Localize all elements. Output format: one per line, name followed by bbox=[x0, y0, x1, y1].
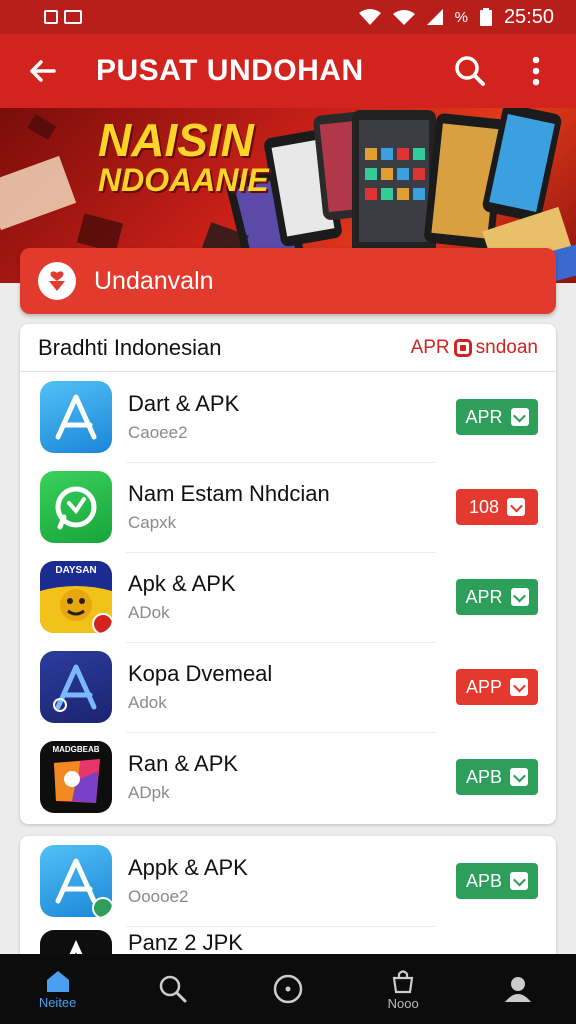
nav-store[interactable]: Nooo bbox=[346, 954, 461, 1024]
see-all-link[interactable]: APR sndoan bbox=[411, 337, 538, 359]
nav-home[interactable]: Neitee bbox=[0, 954, 115, 1024]
undangan-button[interactable]: Undanvaln bbox=[20, 248, 556, 314]
download-button[interactable]: APB bbox=[456, 759, 538, 795]
badge-icon bbox=[92, 613, 112, 633]
undangan-button-label: Undanvaln bbox=[94, 266, 214, 295]
download-icon bbox=[507, 498, 526, 516]
app-subtitle: Ooooe2 bbox=[128, 887, 189, 906]
star-badge-icon bbox=[92, 897, 112, 917]
banner-headline-line1: NAISIN bbox=[98, 114, 254, 166]
download-icon bbox=[510, 588, 529, 606]
download-icon bbox=[510, 872, 529, 890]
app-name: Nam Estam Nhdcian bbox=[128, 481, 330, 506]
app-bar: PUSAT UNDOHAN bbox=[0, 34, 576, 108]
more-options-button[interactable] bbox=[514, 49, 558, 93]
app-name: Kopa Dvemeal bbox=[128, 661, 273, 686]
link-badge-icon bbox=[453, 338, 472, 357]
clock: 25:50 bbox=[503, 5, 554, 28]
bottom-navigation: Neitee Nooo bbox=[0, 954, 576, 1024]
icon-caption: DAYSAN bbox=[55, 565, 97, 576]
list-item[interactable]: MADGBEAB Ran & APK ADpk APB bbox=[20, 732, 556, 822]
search-button[interactable] bbox=[448, 49, 492, 93]
download-button-label: APB bbox=[465, 870, 503, 891]
nav-home-label: Neitee bbox=[38, 994, 77, 1010]
battery-icon bbox=[479, 8, 492, 26]
blue-a-icon bbox=[40, 845, 112, 917]
battery-percent-symbol: % bbox=[454, 8, 468, 26]
download-icon bbox=[510, 408, 529, 426]
signal-strength-icon bbox=[358, 9, 381, 25]
app-name: Appk & APK bbox=[128, 855, 248, 880]
yellow-face-icon: DAYSAN bbox=[40, 561, 112, 633]
list-item[interactable]: Dart & APK Caoee2 APR bbox=[20, 372, 556, 462]
app-subtitle: ADok bbox=[128, 603, 170, 622]
nav-search[interactable] bbox=[115, 954, 230, 1024]
list-item[interactable]: Panz 2 JPK bbox=[20, 926, 556, 954]
app-subtitle: ADpk bbox=[128, 783, 170, 802]
app-name: Panz 2 JPK bbox=[128, 930, 243, 954]
gallery-icon bbox=[64, 10, 82, 24]
download-button[interactable]: APB bbox=[456, 863, 538, 899]
nav-store-label: Nooo bbox=[387, 995, 419, 1011]
bag-icon bbox=[392, 969, 414, 993]
app-subtitle: Adok bbox=[128, 693, 167, 712]
notification-icon bbox=[44, 10, 58, 24]
download-icon bbox=[510, 678, 529, 696]
app-name: Apk & APK bbox=[128, 571, 236, 596]
back-button[interactable] bbox=[20, 49, 64, 93]
download-button-label: 108 bbox=[468, 496, 500, 517]
app-list-card: Bradhti Indonesian APR sndoan Dart & APK… bbox=[20, 324, 556, 824]
gift-icon bbox=[38, 262, 76, 300]
nav-profile[interactable] bbox=[461, 954, 576, 1024]
download-button[interactable]: 108 bbox=[456, 489, 538, 525]
green-whatsapp-icon bbox=[40, 471, 112, 543]
app-subtitle: Capxk bbox=[128, 513, 177, 532]
section-title: Bradhti Indonesian bbox=[38, 334, 222, 360]
app-subtitle: Caoee2 bbox=[128, 423, 188, 442]
more-vertical-icon bbox=[532, 56, 540, 86]
nav-explore[interactable] bbox=[230, 954, 345, 1024]
home-icon bbox=[46, 970, 69, 992]
icon-caption: MADGBEAB bbox=[52, 745, 100, 754]
back-arrow-icon bbox=[30, 60, 56, 82]
banner-headline-line2: NDOAANIE bbox=[98, 162, 269, 199]
compass-icon bbox=[273, 974, 303, 1004]
see-all-link-suffix: sndoan bbox=[475, 336, 538, 358]
list-item[interactable]: Appk & APK Ooooe2 APB bbox=[20, 836, 556, 926]
app-name: Ran & APK bbox=[128, 751, 239, 776]
page-title: PUSAT UNDOHAN bbox=[96, 54, 364, 87]
download-button-label: APR bbox=[465, 406, 503, 427]
app-list-card-2: Appk & APK Ooooe2 APB Panz 2 JPK bbox=[20, 836, 556, 954]
download-icon bbox=[510, 768, 529, 786]
profile-icon bbox=[505, 977, 532, 1002]
wifi-icon bbox=[392, 10, 415, 25]
list-item[interactable]: Nam Estam Nhdcian Capxk 108 bbox=[20, 462, 556, 552]
download-button-label: APP bbox=[465, 676, 503, 697]
blue-a-icon bbox=[40, 381, 112, 453]
search-icon bbox=[159, 975, 187, 1003]
app-name: Dart & APK bbox=[128, 391, 240, 416]
download-button-label: APR bbox=[465, 586, 503, 607]
status-bar: % 25:50 bbox=[0, 0, 576, 34]
download-button[interactable]: APP bbox=[456, 669, 538, 705]
black-a-icon bbox=[40, 930, 112, 954]
navy-a-icon bbox=[40, 651, 112, 723]
download-button[interactable]: APR bbox=[456, 579, 538, 615]
search-icon bbox=[455, 56, 485, 86]
download-button-label: APB bbox=[465, 766, 503, 787]
colorful-square-icon: MADGBEAB bbox=[40, 741, 112, 813]
cell-signal-icon bbox=[426, 9, 443, 25]
see-all-link-label: APR bbox=[410, 336, 450, 358]
list-item[interactable]: DAYSAN Apk & APK ADok APR bbox=[20, 552, 556, 642]
list-item[interactable]: Kopa Dvemeal Adok APP bbox=[20, 642, 556, 732]
download-button[interactable]: APR bbox=[456, 399, 538, 435]
